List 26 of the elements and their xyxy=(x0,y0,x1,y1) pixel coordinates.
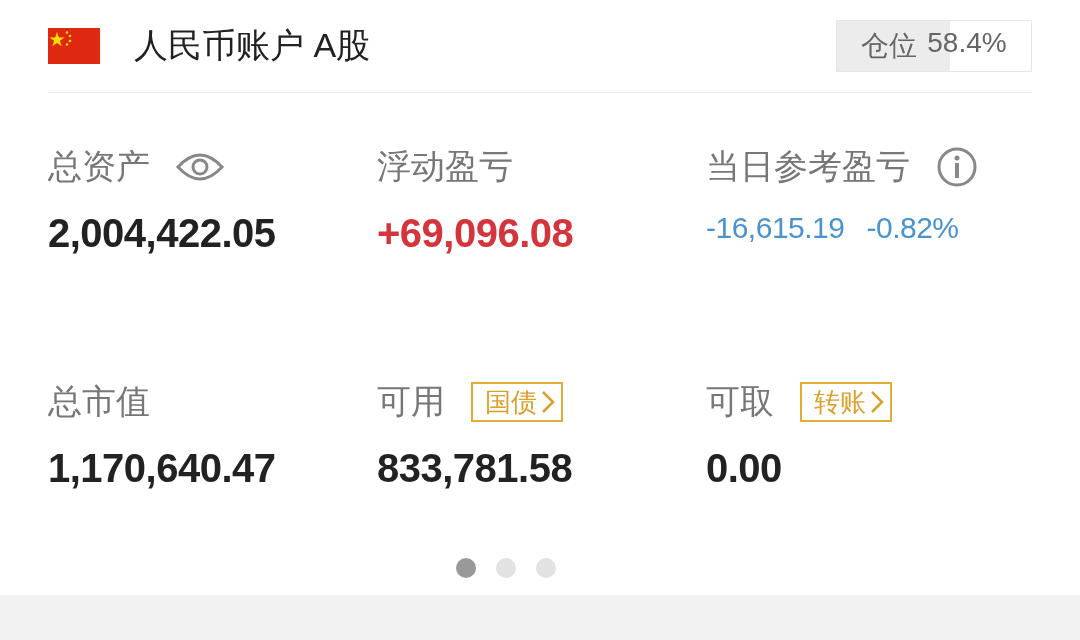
eye-icon[interactable] xyxy=(176,151,224,183)
page-dot[interactable] xyxy=(496,558,516,578)
metric-label: 当日参考盈亏 xyxy=(706,146,910,187)
metric-value: +69,096.08 xyxy=(377,211,574,256)
chevron-icon xyxy=(868,389,886,415)
metric-label: 总资产 xyxy=(48,146,150,187)
metric-label: 可取 xyxy=(706,381,774,422)
flag-icon xyxy=(48,28,100,64)
position-value: 58.4% xyxy=(927,27,1007,60)
position-label: 仓位 xyxy=(861,29,918,63)
metric-value: 2,004,422.05 xyxy=(48,211,276,256)
chevron-icon xyxy=(539,389,557,415)
metric-value: -0.82% xyxy=(866,211,959,245)
page-dot[interactable] xyxy=(536,558,556,578)
metric-label: 总市值 xyxy=(48,381,150,422)
info-icon[interactable] xyxy=(936,146,978,188)
metric-value: -16,615.19 xyxy=(706,211,845,245)
tag-link[interactable]: 国债 xyxy=(471,382,563,422)
metric-value: 0.00 xyxy=(706,446,782,491)
metric-label: 可用 xyxy=(377,381,445,422)
metric-value: 1,170,640.47 xyxy=(48,446,276,491)
page-dot[interactable] xyxy=(456,558,476,578)
tag-link[interactable]: 转账 xyxy=(800,382,892,422)
metric-label: 浮动盈亏 xyxy=(377,146,513,187)
metric-value: 833,781.58 xyxy=(377,446,573,491)
account-title: 人民币账户 A股 xyxy=(134,25,372,66)
